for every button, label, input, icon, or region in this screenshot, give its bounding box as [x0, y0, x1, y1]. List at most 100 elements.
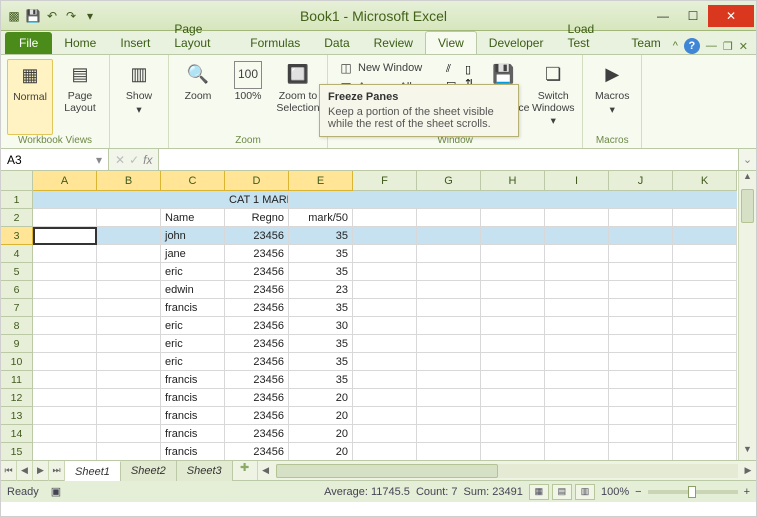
row-header-8[interactable]: 8 [1, 317, 33, 335]
cell-H4[interactable] [481, 245, 545, 263]
cell-C12[interactable]: francis [161, 389, 225, 407]
prev-sheet-icon[interactable]: ◀ [17, 461, 33, 481]
qat-dropdown-icon[interactable]: ▾ [81, 7, 99, 25]
cell-J6[interactable] [609, 281, 673, 299]
cell-D15[interactable]: 23456 [225, 443, 289, 460]
zoom-slider-thumb[interactable] [688, 486, 696, 498]
cell-H12[interactable] [481, 389, 545, 407]
cell-E3[interactable]: 35 [289, 227, 353, 245]
minimize-ribbon-icon[interactable]: ^ [673, 40, 678, 52]
show-button[interactable]: ▥ Show ▾ [116, 59, 162, 146]
cell-E7[interactable]: 35 [289, 299, 353, 317]
hscroll-thumb[interactable] [276, 464, 498, 478]
cell-F3[interactable] [353, 227, 417, 245]
cell-J4[interactable] [609, 245, 673, 263]
cell-E6[interactable]: 23 [289, 281, 353, 299]
cell-D5[interactable]: 23456 [225, 263, 289, 281]
cell-E14[interactable]: 20 [289, 425, 353, 443]
cell-E15[interactable]: 20 [289, 443, 353, 460]
sheet-tab-2[interactable]: Sheet2 [121, 461, 177, 481]
cell-G8[interactable] [417, 317, 481, 335]
switch-windows-button[interactable]: ❏ Switch Windows ▾ [530, 59, 576, 135]
tab-page-layout[interactable]: Page Layout [162, 18, 238, 54]
cell-H14[interactable] [481, 425, 545, 443]
cell-F15[interactable] [353, 443, 417, 460]
scroll-right-icon[interactable]: ▶ [740, 465, 756, 476]
scroll-left-icon[interactable]: ◀ [258, 465, 274, 476]
cell-D11[interactable]: 23456 [225, 371, 289, 389]
cell-G4[interactable] [417, 245, 481, 263]
window-restore-icon[interactable]: ❐ [723, 40, 733, 53]
cell-F8[interactable] [353, 317, 417, 335]
cell-E11[interactable]: 35 [289, 371, 353, 389]
cell-A8[interactable] [33, 317, 97, 335]
cell-C10[interactable]: eric [161, 353, 225, 371]
cell-H5[interactable] [481, 263, 545, 281]
cell-G10[interactable] [417, 353, 481, 371]
cell-C1[interactable] [161, 191, 225, 209]
row-header-3[interactable]: 3 [1, 227, 33, 245]
cell-D2[interactable]: Regno [225, 209, 289, 227]
cell-H2[interactable] [481, 209, 545, 227]
sheet-tab-3[interactable]: Sheet3 [177, 461, 233, 481]
cell-D10[interactable]: 23456 [225, 353, 289, 371]
cell-A13[interactable] [33, 407, 97, 425]
tab-team[interactable]: Team [619, 32, 672, 54]
cell-F14[interactable] [353, 425, 417, 443]
cell-H15[interactable] [481, 443, 545, 460]
cell-B11[interactable] [97, 371, 161, 389]
col-header-J[interactable]: J [609, 171, 673, 191]
cell-F2[interactable] [353, 209, 417, 227]
row-header-2[interactable]: 2 [1, 209, 33, 227]
cell-C9[interactable]: eric [161, 335, 225, 353]
cell-A3[interactable] [33, 227, 97, 245]
row-header-14[interactable]: 14 [1, 425, 33, 443]
cell-H1[interactable] [481, 191, 545, 209]
cell-F13[interactable] [353, 407, 417, 425]
name-box[interactable]: A3 ▾ [1, 149, 109, 170]
cell-A15[interactable] [33, 443, 97, 460]
cell-H6[interactable] [481, 281, 545, 299]
cell-I11[interactable] [545, 371, 609, 389]
tab-file[interactable]: File [5, 32, 52, 54]
cell-K5[interactable] [673, 263, 737, 281]
row-header-13[interactable]: 13 [1, 407, 33, 425]
cell-I1[interactable] [545, 191, 609, 209]
cell-E2[interactable]: mark/50 [289, 209, 353, 227]
cell-A1[interactable] [33, 191, 97, 209]
cell-B7[interactable] [97, 299, 161, 317]
cell-G1[interactable] [417, 191, 481, 209]
cell-B3[interactable] [97, 227, 161, 245]
last-sheet-icon[interactable]: ⏭ [49, 461, 65, 481]
cell-I8[interactable] [545, 317, 609, 335]
cell-D13[interactable]: 23456 [225, 407, 289, 425]
tab-view[interactable]: View [425, 31, 477, 54]
cell-D1[interactable]: CAT 1 MARKS [225, 191, 289, 209]
cell-G11[interactable] [417, 371, 481, 389]
row-header-6[interactable]: 6 [1, 281, 33, 299]
cell-A9[interactable] [33, 335, 97, 353]
new-window-button[interactable]: ◫New Window [334, 59, 440, 77]
cell-E1[interactable] [289, 191, 353, 209]
cell-G9[interactable] [417, 335, 481, 353]
cell-J10[interactable] [609, 353, 673, 371]
normal-view-button[interactable]: ▦ Normal [7, 59, 53, 135]
cell-J13[interactable] [609, 407, 673, 425]
cell-I4[interactable] [545, 245, 609, 263]
cell-D8[interactable]: 23456 [225, 317, 289, 335]
row-header-11[interactable]: 11 [1, 371, 33, 389]
col-header-C[interactable]: C [161, 171, 225, 191]
col-header-E[interactable]: E [289, 171, 353, 191]
cell-G3[interactable] [417, 227, 481, 245]
cell-C13[interactable]: francis [161, 407, 225, 425]
cell-G13[interactable] [417, 407, 481, 425]
macro-record-icon[interactable]: ▣ [51, 485, 61, 498]
formula-expand-icon[interactable]: ⌄ [738, 149, 756, 170]
cell-I13[interactable] [545, 407, 609, 425]
cell-E12[interactable]: 20 [289, 389, 353, 407]
page-break-view-icon[interactable]: ▥ [575, 484, 595, 500]
cell-I6[interactable] [545, 281, 609, 299]
normal-view-icon[interactable]: ▦ [529, 484, 549, 500]
cell-D4[interactable]: 23456 [225, 245, 289, 263]
cell-K14[interactable] [673, 425, 737, 443]
